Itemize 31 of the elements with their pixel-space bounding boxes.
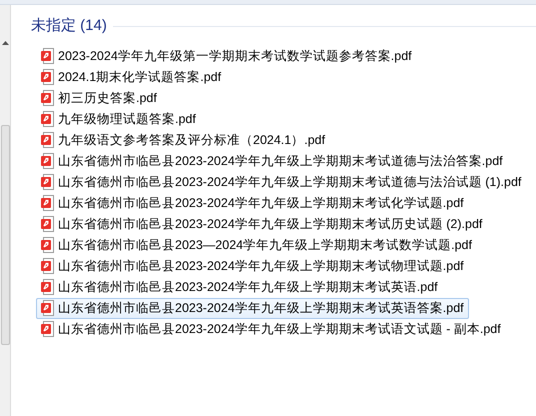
- group-header[interactable]: 未指定 (14): [31, 15, 107, 38]
- scrollbar-thumb[interactable]: [1, 125, 10, 345]
- pdf-file-icon: [41, 216, 54, 232]
- pdf-file-icon: [41, 69, 54, 85]
- file-item[interactable]: 九年级语文参考答案及评分标准（2024.1）.pdf: [36, 130, 330, 150]
- pdf-file-icon: [41, 90, 54, 106]
- file-item[interactable]: 初三历史答案.pdf: [36, 88, 162, 108]
- file-item[interactable]: 九年级物理试题答案.pdf: [36, 108, 201, 130]
- pdf-file-icon: [41, 111, 54, 127]
- file-item[interactable]: 山东省德州市临邑县2023-2024学年九年级上学期期末考试英语.pdf: [36, 276, 443, 298]
- pdf-file-icon: [41, 279, 54, 295]
- pdf-file-icon: [41, 153, 54, 169]
- file-item[interactable]: 2024.1期末化学试题答案.pdf: [36, 66, 226, 88]
- file-item[interactable]: 2023-2024学年九年级第一学期期末考试数学试题参考答案.pdf: [36, 46, 417, 66]
- pdf-file-icon: [41, 195, 54, 211]
- file-item[interactable]: 山东省德州市临邑县2023-2024学年九年级上学期期末考试道德与法治试题 (1).pdf: [36, 172, 526, 192]
- file-item[interactable]: 山东省德州市临邑县2023-2024学年九年级上学期期末考试道德与法治答案.pdf: [36, 150, 508, 172]
- file-item[interactable]: 山东省德州市临邑县2023—2024学年九年级上学期期末考试数学试题.pdf: [36, 234, 477, 256]
- pdf-file-icon: [41, 237, 54, 253]
- pdf-file-icon: [41, 132, 54, 148]
- file-item[interactable]: 山东省德州市临邑县2023-2024学年九年级上学期期末考试历史试题 (2).pdf: [36, 214, 488, 234]
- file-item[interactable]: 山东省德州市临邑县2023-2024学年九年级上学期期末考试语文试题 - 副本.pdf: [36, 318, 506, 340]
- scroll-up-icon[interactable]: [2, 41, 8, 45]
- file-item[interactable]: 山东省德州市临邑县2023-2024学年九年级上学期期末考试英语答案.pdf: [36, 298, 469, 318]
- file-item[interactable]: 山东省德州市临邑县2023-2024学年九年级上学期期末考试化学试题.pdf: [36, 192, 469, 214]
- pdf-file-icon: [41, 258, 54, 274]
- pdf-file-icon: [41, 321, 54, 337]
- pdf-file-icon: [41, 300, 54, 316]
- pdf-file-icon: [41, 48, 54, 64]
- pdf-file-icon: [41, 174, 54, 190]
- file-item[interactable]: 山东省德州市临邑县2023-2024学年九年级上学期期末考试物理试题.pdf: [36, 256, 469, 276]
